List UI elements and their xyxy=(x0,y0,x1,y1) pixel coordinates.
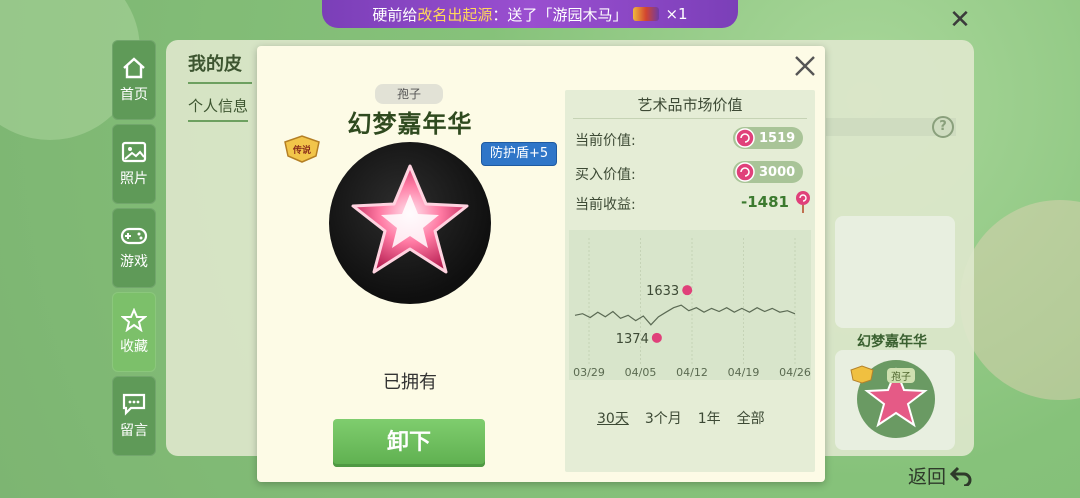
item-name: 幻梦嘉年华 xyxy=(347,110,473,138)
profit-value: -1481 xyxy=(741,193,789,211)
buy-value: 3000 xyxy=(759,164,796,180)
background-blob xyxy=(960,200,1080,400)
buy-value-pill: 3000 xyxy=(733,161,804,183)
current-value-label: 当前价值: xyxy=(575,133,636,149)
price-chart: 1633 1374 03/29 04/05 04/12 04/19 04/26 xyxy=(569,230,811,380)
x-tick-label: 03/29 xyxy=(573,366,605,379)
nav-label: 留言 xyxy=(120,423,148,439)
nav-label: 游戏 xyxy=(120,254,148,270)
lollipop-icon xyxy=(682,285,693,296)
photo-icon xyxy=(121,140,147,164)
side-nav: 首页 照片 游戏 收藏 留言 xyxy=(112,40,156,460)
banner-gift: 游园木马 xyxy=(552,5,613,24)
lollipop-icon xyxy=(735,162,755,182)
help-icon[interactable]: ? xyxy=(932,116,954,138)
collection-card-name: 幻梦嘉年华 xyxy=(857,334,927,350)
back-arrow-icon xyxy=(950,466,972,486)
message-icon xyxy=(121,392,147,416)
close-icon[interactable]: ✕ xyxy=(946,6,974,34)
shield-tag: 防护盾+5 xyxy=(481,142,558,166)
card-tag: 孢子 xyxy=(887,368,915,383)
current-value: 1519 xyxy=(759,130,796,146)
ownership-status: 已拥有 xyxy=(383,372,437,393)
item-image xyxy=(329,142,491,304)
profit-label: 当前收益: xyxy=(575,197,636,213)
close-icon[interactable] xyxy=(793,54,817,78)
min-value-label: 1374 xyxy=(616,332,649,347)
lollipop-icon xyxy=(796,191,810,213)
nav-item-collection[interactable]: 收藏 xyxy=(112,292,156,372)
home-icon xyxy=(121,56,147,80)
legend-badge-icon xyxy=(850,365,874,384)
buy-value-label: 买入价值: xyxy=(575,167,636,183)
star-icon xyxy=(351,164,469,274)
x-tick-label: 04/26 xyxy=(779,366,811,379)
period-selector: 30天 3个月 1年 全部 xyxy=(597,408,765,428)
collection-card-selected[interactable]: 孢子 xyxy=(835,350,955,450)
page-title: 我的皮 xyxy=(188,50,252,84)
x-tick-label: 04/05 xyxy=(625,366,657,379)
legend-badge-icon: 传说 xyxy=(284,135,320,163)
nav-item-home[interactable]: 首页 xyxy=(112,40,156,120)
max-value-label: 1633 xyxy=(646,284,679,299)
item-detail-modal: 孢子 幻梦嘉年华 传说 防护盾+5 已拥有 卸下 艺术品市场价值 当前价值: 1… xyxy=(257,46,825,482)
banner-mid: ：送了「 xyxy=(492,5,553,24)
banner-sender: 改名出起源 xyxy=(417,5,493,24)
period-30d[interactable]: 30天 xyxy=(597,408,629,428)
star-icon xyxy=(121,308,147,332)
nav-label: 照片 xyxy=(120,171,148,187)
gift-banner: 硬前给 改名出起源 ：送了「 游园木马 」 ×1 xyxy=(322,0,738,28)
unequip-button[interactable]: 卸下 xyxy=(333,419,485,467)
nav-item-messages[interactable]: 留言 xyxy=(112,376,156,456)
market-value-panel: 艺术品市场价值 当前价值: 1519 买入价值: 3000 当前收益: -148… xyxy=(565,90,815,472)
x-tick-label: 04/12 xyxy=(676,366,708,379)
period-1y[interactable]: 1年 xyxy=(698,408,721,428)
nav-label: 收藏 xyxy=(120,339,148,355)
banner-count: ×1 xyxy=(665,5,688,23)
nav-label: 首页 xyxy=(120,87,148,103)
nav-item-photos[interactable]: 照片 xyxy=(112,124,156,204)
period-all[interactable]: 全部 xyxy=(737,408,765,428)
banner-prefix: 硬前给 xyxy=(372,5,418,24)
price-series-line xyxy=(574,304,796,326)
current-value-pill: 1519 xyxy=(733,127,804,149)
lollipop-icon xyxy=(735,128,755,148)
gamepad-icon xyxy=(120,225,148,247)
market-title: 艺术品市场价值 xyxy=(565,94,815,119)
item-type-tag: 孢子 xyxy=(375,84,443,104)
lollipop-icon xyxy=(651,332,662,343)
period-3m[interactable]: 3个月 xyxy=(645,408,682,428)
price-line-chart: 1633 1374 03/29 04/05 04/12 04/19 04/26 xyxy=(573,238,811,379)
tab-profile[interactable]: 个人信息 xyxy=(188,95,249,122)
banner-suffix: 」 xyxy=(612,5,628,24)
back-button[interactable]: 返回 xyxy=(908,462,972,489)
collection-card[interactable] xyxy=(835,216,955,328)
rarity-label: 传说 xyxy=(292,144,311,156)
gift-icon xyxy=(633,7,660,21)
back-label: 返回 xyxy=(908,466,947,488)
x-tick-label: 04/19 xyxy=(728,366,760,379)
nav-item-games[interactable]: 游戏 xyxy=(112,208,156,288)
